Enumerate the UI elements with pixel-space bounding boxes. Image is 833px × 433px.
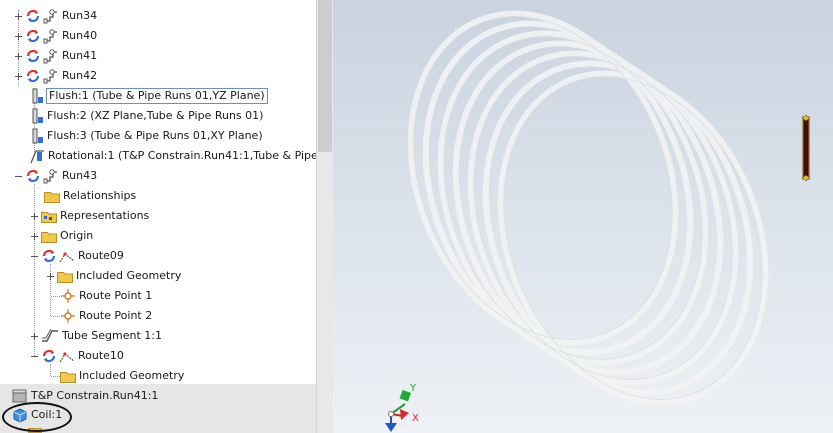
part-icon <box>13 408 27 423</box>
tree-node-tp-constrain-run41[interactable]: T&P Constrain.Run41:1 <box>12 386 159 406</box>
tree-node-label: Route09 <box>78 249 124 262</box>
tree-node-label: Origin <box>60 229 94 242</box>
tree-node-label: Flush:2 (XZ Plane,Tube & Pipe Runs 01) <box>47 109 264 122</box>
tree-node-label: Representations <box>60 209 150 222</box>
tree-node-label: Route Point 1 <box>79 289 153 302</box>
tree-node-run42[interactable]: Run42 <box>14 66 98 86</box>
tree-node-representations[interactable]: Representations <box>30 206 150 226</box>
tree-node-route-point-2[interactable]: Route Point 2 <box>60 306 153 326</box>
tree-guide <box>51 296 60 297</box>
folder-icon <box>28 428 42 433</box>
folder-icon <box>57 271 73 283</box>
flush-constraint-icon <box>32 108 43 124</box>
tree-node-included-geometry[interactable]: Included Geometry <box>46 266 182 286</box>
coordinate-triad <box>385 389 412 432</box>
tree-node-label: Run40 <box>62 29 98 42</box>
update-icon <box>26 49 40 63</box>
update-icon <box>42 349 56 363</box>
update-icon <box>26 9 40 23</box>
expand-plus-icon[interactable] <box>30 232 39 241</box>
triad-y-label: Y <box>410 383 417 394</box>
tree-node-run40[interactable]: Run40 <box>14 26 98 46</box>
route-icon <box>59 252 75 263</box>
tree-guide <box>51 316 60 317</box>
tree-node-flush-1[interactable]: Flush:1 (Tube & Pipe Runs 01,YZ Plane) <box>32 86 268 106</box>
pipe-run-icon <box>43 9 57 24</box>
tree-node-label: Route10 <box>78 349 124 362</box>
tree-node-rotational-1[interactable]: Rotational:1 (T&P Constrain.Run41:1,Tube… <box>30 146 316 166</box>
collapse-minus-icon[interactable] <box>30 352 39 361</box>
collapse-minus-icon[interactable] <box>30 252 39 261</box>
expand-plus-icon[interactable] <box>14 72 23 81</box>
route-point-icon <box>61 309 75 323</box>
tree-node-run41[interactable]: Run41 <box>14 46 98 66</box>
tree-node-flush-2[interactable]: Flush:2 (XZ Plane,Tube & Pipe Runs 01) <box>32 106 264 126</box>
tree-node-label: Relationships <box>63 189 137 202</box>
tree-node-label: Included Geometry <box>79 369 185 382</box>
expand-plus-icon[interactable] <box>14 32 23 41</box>
pipe-run-icon <box>43 169 57 184</box>
component-icon <box>12 389 27 403</box>
tube-segment-icon <box>42 329 58 342</box>
pipe-run-icon <box>43 49 57 64</box>
pipe-run-icon <box>43 29 57 44</box>
tree-node-relationships[interactable]: Relationships <box>44 186 137 206</box>
route-point-icon <box>61 289 75 303</box>
route-icon <box>59 352 75 363</box>
tree-node-label: Included Geometry <box>76 269 182 282</box>
rotational-constraint-icon <box>30 150 44 164</box>
pipe-run-icon <box>43 69 57 84</box>
expand-plus-icon[interactable] <box>14 12 23 21</box>
tree-node-label: Run34 <box>62 9 98 22</box>
folder-icon <box>60 371 76 383</box>
tree-node-label: Flush:3 (Tube & Pipe Runs 01,XY Plane) <box>47 129 263 142</box>
tree-node-label: Rotational:1 (T&P Constrain.Run41:1,Tube… <box>48 149 316 162</box>
tree-node-coil-1[interactable]: Coil:1 <box>12 405 63 425</box>
model-browser: Run34 Run40 Run41 Run42 Flush:1 (Tube & … <box>0 0 316 433</box>
folder-icon <box>41 231 57 243</box>
tree-node-label: Coil:1 <box>31 408 63 421</box>
tube-segment-highlight[interactable] <box>801 115 811 181</box>
tree-node-route10[interactable]: Route10 <box>30 346 125 366</box>
graphics-viewport[interactable]: Y X <box>333 0 833 433</box>
tree-node-label: Run43 <box>62 169 98 182</box>
update-icon <box>26 169 40 183</box>
coil-model[interactable] <box>333 0 833 433</box>
tree-node-label: Run41 <box>62 49 98 62</box>
expand-plus-icon[interactable] <box>30 212 39 221</box>
tree-node-run43[interactable]: Run43 <box>14 166 98 186</box>
tree-node-route-point-1[interactable]: Route Point 1 <box>60 286 153 306</box>
triad-x-label: X <box>412 413 419 424</box>
tree-node-route09[interactable]: Route09 <box>30 246 125 266</box>
tree-node-label: Flush:1 (Tube & Pipe Runs 01,YZ Plane) <box>46 88 268 104</box>
folder-icon <box>44 191 60 203</box>
flush-constraint-icon <box>32 88 43 104</box>
tree-node-tube-segment[interactable]: Tube Segment 1:1 <box>30 326 163 346</box>
expand-plus-icon[interactable] <box>30 332 39 341</box>
tree-node-label: T&P Constrain.Run41:1 <box>31 389 159 402</box>
update-icon <box>42 249 56 263</box>
expand-plus-icon[interactable] <box>14 52 23 61</box>
tree-node-origin[interactable]: Origin <box>30 226 94 246</box>
scrollbar-thumb[interactable] <box>318 0 332 152</box>
tree-node-label: Run42 <box>62 69 98 82</box>
representations-folder-icon <box>41 211 57 223</box>
tree-node-run34[interactable]: Run34 <box>14 6 98 26</box>
z-axis-icon <box>385 423 397 432</box>
tree-node-label: Route Point 2 <box>79 309 153 322</box>
coil-turns <box>407 10 769 406</box>
collapse-minus-icon[interactable] <box>14 172 23 181</box>
tree-node-flush-3[interactable]: Flush:3 (Tube & Pipe Runs 01,XY Plane) <box>32 126 264 146</box>
update-icon <box>26 29 40 43</box>
tree-guide <box>51 376 60 377</box>
flush-constraint-icon <box>32 128 43 144</box>
expand-plus-icon[interactable] <box>46 272 55 281</box>
tree-node-label: Tube Segment 1:1 <box>62 329 162 342</box>
x-axis-icon <box>400 409 409 420</box>
tree-node-included-geometry[interactable]: Included Geometry <box>60 366 185 386</box>
update-icon <box>26 69 40 83</box>
